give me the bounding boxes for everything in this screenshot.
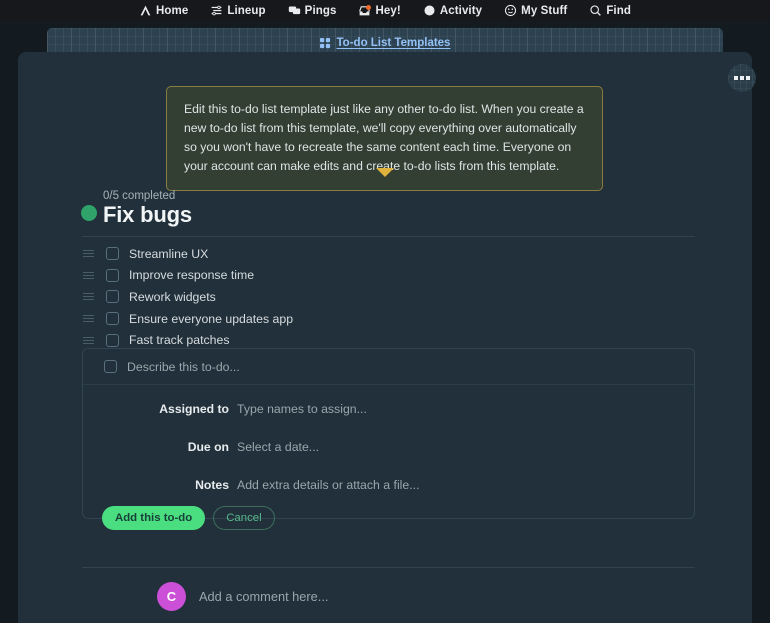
cancel-button[interactable]: Cancel <box>213 506 275 530</box>
callout-arrow-icon <box>376 168 394 177</box>
drag-handle-icon[interactable] <box>83 315 101 323</box>
search-icon <box>589 4 602 17</box>
new-todo-form: Describe this to-do... Assigned to Type … <box>82 348 695 530</box>
assigned-to-label: Assigned to <box>159 401 229 416</box>
list-status-dot-icon <box>81 205 97 221</box>
todo-label: Streamline UX <box>129 246 209 261</box>
nav-label-lineup: Lineup <box>227 4 266 17</box>
notes-label: Notes <box>195 477 229 492</box>
todo-label: Improve response time <box>129 268 255 283</box>
dot <box>740 76 744 80</box>
nav-label-pings: Pings <box>304 4 337 17</box>
nav-item-lineup[interactable]: Lineup <box>210 4 266 17</box>
nav-item-my-stuff[interactable]: My Stuff <box>504 4 567 17</box>
assigned-to-input[interactable]: Type names to assign... <box>237 402 367 416</box>
describe-input[interactable]: Describe this to-do... <box>127 360 240 374</box>
lineup-icon <box>210 4 223 17</box>
nav-item-home[interactable]: Home <box>139 4 188 17</box>
app-root: Home Lineup Pings Hey! Activity My Stuff… <box>0 0 770 623</box>
divider <box>82 236 695 237</box>
activity-moon-icon <box>423 4 436 17</box>
drag-handle-icon[interactable] <box>83 293 101 301</box>
nav-label-find: Find <box>606 4 631 17</box>
nav-label-hey: Hey! <box>375 4 401 17</box>
todo-checkbox[interactable] <box>106 333 119 347</box>
grid-squares-icon <box>319 37 331 49</box>
new-todo-checkbox[interactable] <box>104 360 117 373</box>
nav-item-activity[interactable]: Activity <box>423 4 482 17</box>
todo-item[interactable]: Improve response time <box>82 265 695 287</box>
due-on-row: Due on Select a date... <box>83 432 694 461</box>
todo-label: Fast track patches <box>129 333 230 348</box>
notes-input[interactable]: Add extra details or attach a file... <box>237 478 420 492</box>
drag-handle-icon[interactable] <box>83 271 101 279</box>
nav-item-pings[interactable]: Pings <box>288 4 337 17</box>
page-title: Fix bugs <box>103 202 192 227</box>
home-icon <box>139 4 152 17</box>
nav-label-home: Home <box>156 4 189 17</box>
form-actions: Add this to-do Cancel <box>83 506 694 530</box>
due-on-input[interactable]: Select a date... <box>237 440 319 454</box>
todo-item[interactable]: Streamline UX <box>82 243 695 265</box>
nav-label-my-stuff: My Stuff <box>521 4 568 17</box>
nav-item-find[interactable]: Find <box>589 4 631 17</box>
dot <box>746 76 750 80</box>
drag-handle-icon[interactable] <box>83 336 101 344</box>
todo-item[interactable]: Rework widgets <box>82 286 695 308</box>
new-todo-describe-row[interactable]: Describe this to-do... <box>83 349 694 385</box>
divider <box>82 567 695 568</box>
completed-count: 0/5 completed <box>103 190 176 202</box>
due-on-label: Due on <box>187 439 229 454</box>
drag-handle-icon[interactable] <box>83 250 101 258</box>
nav-item-hey[interactable]: Hey! <box>358 4 401 17</box>
todo-checkbox[interactable] <box>106 247 119 261</box>
todo-label: Ensure everyone updates app <box>129 311 294 326</box>
todo-list: Streamline UX Improve response time Rewo… <box>82 243 695 351</box>
todo-checkbox[interactable] <box>106 290 119 304</box>
add-todo-button[interactable]: Add this to-do <box>102 506 206 530</box>
more-options-button[interactable] <box>728 64 756 92</box>
todo-checkbox[interactable] <box>106 268 119 282</box>
top-navigation: Home Lineup Pings Hey! Activity My Stuff… <box>0 0 770 21</box>
notes-row: Notes Add extra details or attach a file… <box>83 470 694 499</box>
nav-label-activity: Activity <box>439 4 483 17</box>
assigned-to-row: Assigned to Type names to assign... <box>83 394 694 423</box>
pings-icon <box>288 4 301 17</box>
comment-input[interactable]: Add a comment here... <box>199 589 328 604</box>
dot <box>734 76 738 80</box>
todo-checkbox[interactable] <box>106 312 119 326</box>
todo-label: Rework widgets <box>129 289 216 304</box>
avatar: C <box>157 582 186 611</box>
callout-text: Edit this to-do list template just like … <box>184 102 584 173</box>
smiley-icon <box>504 4 517 17</box>
todo-item[interactable]: Ensure everyone updates app <box>82 308 695 330</box>
breadcrumb-link-templates[interactable]: To-do List Templates <box>337 37 451 49</box>
